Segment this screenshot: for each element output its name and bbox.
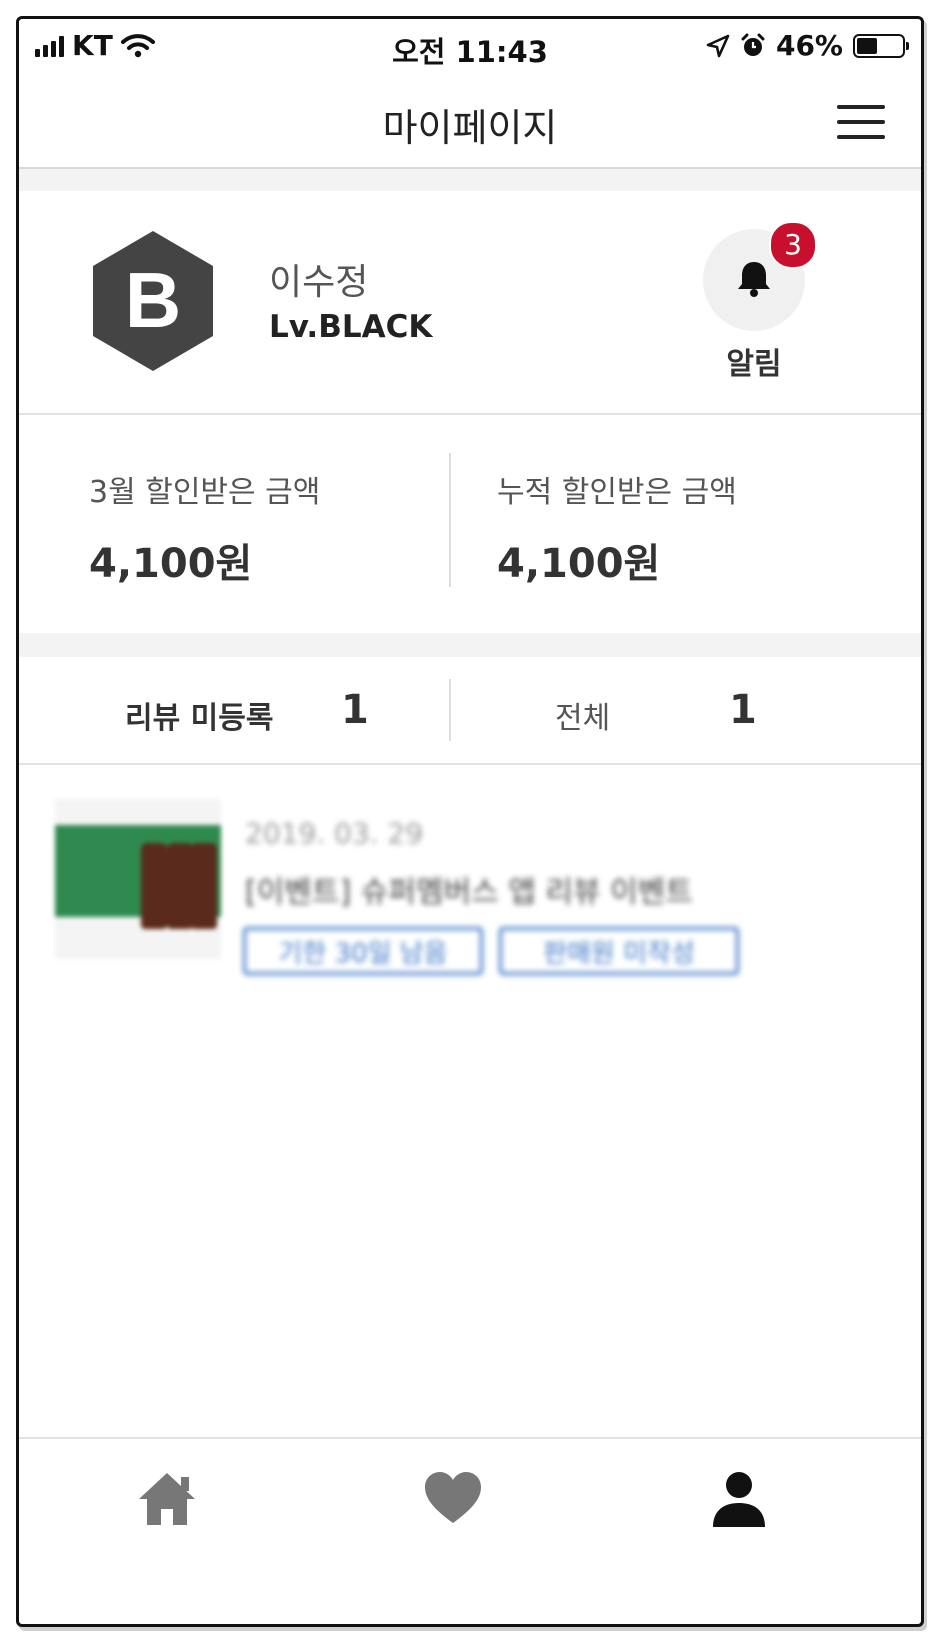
location-arrow-icon bbox=[706, 34, 730, 57]
review-deadline-button[interactable]: 기한 30일 남음 bbox=[243, 927, 483, 975]
total-discount-label: 누적 할인받은 금액 bbox=[497, 475, 737, 510]
tab-review-unregistered-label: 리뷰 미등록 bbox=[125, 701, 274, 736]
battery-percent: 46% bbox=[775, 29, 843, 62]
review-item-date: 2019. 03. 29 bbox=[245, 817, 424, 850]
tab-all-label: 전체 bbox=[555, 701, 611, 736]
home-icon[interactable] bbox=[135, 1467, 199, 1531]
alarm-icon bbox=[741, 33, 765, 56]
phone-frame: KT 오전 11:43 46% 마이페이지 B 이수정 Lv.BLACK 3 알… bbox=[16, 16, 924, 1627]
heart-icon[interactable] bbox=[421, 1467, 485, 1531]
level-badge-letter: B bbox=[125, 256, 181, 344]
menu-icon[interactable] bbox=[837, 105, 885, 139]
total-discount: 누적 할인받은 금액 4,100원 bbox=[497, 467, 737, 589]
monthly-discount: 3월 할인받은 금액 4,100원 bbox=[89, 467, 320, 589]
review-item[interactable]: 2019. 03. 29 [이벤트] 슈퍼멤버스 앱 리뷰 이벤트 기한 30일… bbox=[55, 799, 795, 975]
section-divider bbox=[19, 169, 921, 191]
total-discount-value: 4,100원 bbox=[497, 541, 661, 587]
profile-section: B 이수정 Lv.BLACK 3 알림 bbox=[19, 191, 921, 415]
bottom-nav bbox=[19, 1437, 921, 1579]
user-level: Lv.BLACK bbox=[269, 309, 433, 345]
page-title: 마이페이지 bbox=[382, 106, 558, 150]
monthly-discount-label: 3월 할인받은 금액 bbox=[89, 475, 321, 510]
bell-icon bbox=[738, 262, 770, 297]
battery-icon bbox=[853, 33, 909, 58]
app-header: 마이페이지 bbox=[19, 79, 921, 169]
tab-all-count: 1 bbox=[729, 687, 757, 733]
review-item-thumbnail bbox=[55, 799, 221, 959]
tabs-divider bbox=[449, 679, 451, 741]
notification-count-badge: 3 bbox=[769, 221, 817, 269]
monthly-discount-value: 4,100원 bbox=[89, 541, 253, 587]
section-divider bbox=[19, 633, 921, 657]
review-item-title: [이벤트] 슈퍼멤버스 앱 리뷰 이벤트 bbox=[245, 875, 693, 910]
review-status-button[interactable]: 판매원 미작성 bbox=[499, 927, 739, 975]
stats-divider bbox=[449, 453, 451, 587]
level-badge-icon: B bbox=[93, 231, 213, 371]
discount-stats: 3월 할인받은 금액 4,100원 누적 할인받은 금액 4,100원 bbox=[19, 415, 921, 633]
person-icon[interactable] bbox=[707, 1467, 771, 1531]
tab-review-unregistered-count: 1 bbox=[341, 687, 369, 733]
status-bar: KT 오전 11:43 46% bbox=[19, 19, 921, 75]
notification-label: 알림 bbox=[726, 347, 782, 382]
user-name: 이수정 bbox=[269, 262, 369, 303]
review-tabs: 리뷰 미등록 1 전체 1 bbox=[19, 657, 921, 765]
